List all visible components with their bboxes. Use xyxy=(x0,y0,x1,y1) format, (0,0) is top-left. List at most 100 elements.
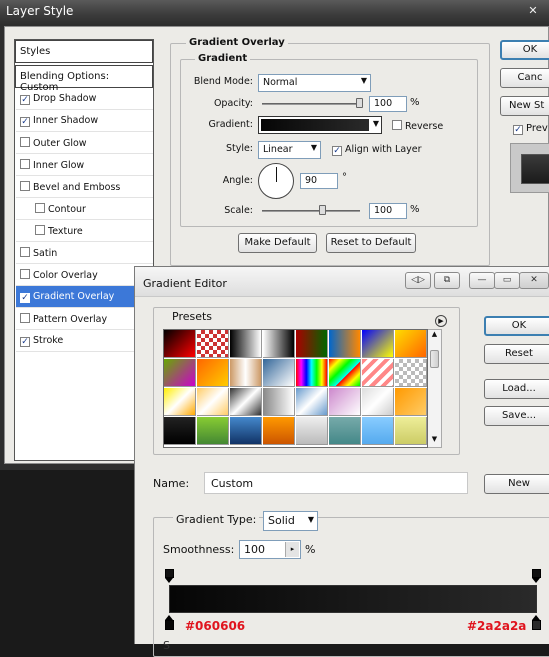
reset-button[interactable]: Reset xyxy=(484,344,549,364)
checkbox-icon[interactable] xyxy=(20,247,30,257)
maximize-icon[interactable]: ▭ xyxy=(494,272,520,289)
save-button[interactable]: Save... xyxy=(484,406,549,426)
preset-swatch[interactable] xyxy=(329,388,361,416)
gradient-picker[interactable]: ▼ xyxy=(258,116,382,134)
opacity-slider-thumb[interactable] xyxy=(356,98,363,108)
name-input[interactable]: Custom xyxy=(204,472,468,494)
new-button[interactable]: New xyxy=(484,474,549,494)
preset-swatch[interactable] xyxy=(296,417,328,445)
checkbox-icon[interactable] xyxy=(35,225,45,235)
layer-style-titlebar[interactable]: Layer Style xyxy=(0,0,549,24)
style-item-bevel-and-emboss[interactable]: Bevel and Emboss xyxy=(16,176,153,198)
angle-input[interactable]: 90 xyxy=(300,173,338,189)
checkbox-icon[interactable] xyxy=(20,313,30,323)
checkbox-icon[interactable] xyxy=(20,181,30,191)
style-item-outer-glow[interactable]: Outer Glow xyxy=(16,132,153,154)
preset-swatch[interactable] xyxy=(230,330,262,358)
preset-swatch[interactable] xyxy=(164,359,196,387)
preset-swatch[interactable] xyxy=(296,359,328,387)
preset-swatch[interactable] xyxy=(263,330,295,358)
checkbox-icon[interactable] xyxy=(20,269,30,279)
preset-swatch[interactable] xyxy=(329,417,361,445)
checkbox-icon[interactable] xyxy=(20,137,30,147)
ok-button[interactable]: OK xyxy=(500,40,549,60)
cancel-button[interactable]: Canc xyxy=(500,68,549,88)
gradient-bar[interactable] xyxy=(169,585,537,613)
preset-swatch[interactable] xyxy=(197,330,229,358)
preset-swatch[interactable] xyxy=(362,417,394,445)
resize-icon[interactable]: ◁▷ xyxy=(405,272,431,289)
preset-swatch[interactable] xyxy=(329,330,361,358)
style-item-drop-shadow[interactable]: ✓ Drop Shadow xyxy=(16,88,153,110)
style-item-inner-shadow[interactable]: ✓ Inner Shadow xyxy=(16,110,153,132)
smoothness-input[interactable]: 100 ▸ xyxy=(239,540,301,559)
preset-swatch[interactable] xyxy=(362,330,394,358)
blend-mode-select[interactable]: Normal ▼ xyxy=(258,74,371,92)
style-item-color-overlay[interactable]: Color Overlay xyxy=(16,264,153,286)
preset-swatch[interactable] xyxy=(230,417,262,445)
style-item-satin[interactable]: Satin xyxy=(16,242,153,264)
checkbox-icon[interactable]: ✓ xyxy=(20,117,30,127)
checkbox-icon[interactable]: ✓ xyxy=(20,337,30,347)
scroll-down-icon[interactable]: ▼ xyxy=(428,435,441,447)
presets-menu-icon[interactable]: ▶ xyxy=(435,315,447,327)
preset-swatch[interactable] xyxy=(296,388,328,416)
style-item-gradient-overlay[interactable]: ✓ Gradient Overlay xyxy=(16,286,153,308)
blending-options-item[interactable]: Blending Options: Custom xyxy=(15,65,153,93)
preview-checkbox[interactable]: ✓ Prev xyxy=(513,123,548,135)
preset-swatch[interactable] xyxy=(263,359,295,387)
style-item-stroke[interactable]: ✓ Stroke xyxy=(16,330,153,352)
preset-swatch[interactable] xyxy=(329,359,361,387)
preset-swatch[interactable] xyxy=(164,417,196,445)
preset-swatch[interactable] xyxy=(230,388,262,416)
minimize-icon[interactable]: — xyxy=(469,272,495,289)
align-with-layer-checkbox[interactable]: ✓ Align with Layer xyxy=(332,144,422,156)
preset-swatch[interactable] xyxy=(164,330,196,358)
ok-button[interactable]: OK xyxy=(484,316,549,336)
close-icon[interactable]: ✕ xyxy=(524,3,542,19)
opacity-input[interactable]: 100 xyxy=(369,96,407,112)
make-default-button[interactable]: Make Default xyxy=(238,233,317,253)
preset-swatch[interactable] xyxy=(395,330,427,358)
presets-scrollbar[interactable]: ▲ ▼ xyxy=(428,329,442,448)
style-item-pattern-overlay[interactable]: Pattern Overlay xyxy=(16,308,153,330)
style-item-contour[interactable]: Contour xyxy=(16,198,153,220)
scale-slider[interactable] xyxy=(262,210,360,212)
scale-input[interactable]: 100 xyxy=(369,203,407,219)
color-stop-right[interactable] xyxy=(532,615,541,631)
opacity-slider[interactable] xyxy=(262,103,362,105)
preset-swatch[interactable] xyxy=(395,359,427,387)
preset-swatch[interactable] xyxy=(197,388,229,416)
restore-icon[interactable]: ⧉ xyxy=(434,272,460,289)
preset-swatch[interactable] xyxy=(362,359,394,387)
reverse-checkbox[interactable]: Reverse xyxy=(392,120,443,132)
checkbox-icon[interactable] xyxy=(20,159,30,169)
angle-dial[interactable] xyxy=(258,163,294,199)
scroll-up-icon[interactable]: ▲ xyxy=(428,330,441,342)
checkbox-icon[interactable] xyxy=(35,203,45,213)
gradient-editor-titlebar[interactable]: Gradient Editor ◁▷ ⧉ — ▭ ✕ xyxy=(135,267,549,297)
checkbox-icon[interactable]: ✓ xyxy=(20,293,30,303)
style-item-texture[interactable]: Texture xyxy=(16,220,153,242)
checkbox-icon[interactable]: ✓ xyxy=(20,95,30,105)
color-stop-left[interactable] xyxy=(165,615,174,631)
scale-slider-thumb[interactable] xyxy=(319,205,326,215)
reset-to-default-button[interactable]: Reset to Default xyxy=(326,233,416,253)
styles-header[interactable]: Styles xyxy=(15,40,153,63)
preset-swatch[interactable] xyxy=(395,417,427,445)
style-item-inner-glow[interactable]: Inner Glow xyxy=(16,154,153,176)
preset-swatch[interactable] xyxy=(263,417,295,445)
opacity-stop-right[interactable] xyxy=(532,569,541,583)
preset-swatch[interactable] xyxy=(197,417,229,445)
load-button[interactable]: Load... xyxy=(484,379,549,399)
preset-swatch[interactable] xyxy=(362,388,394,416)
smoothness-arrow-icon[interactable]: ▸ xyxy=(285,542,299,557)
preset-swatch[interactable] xyxy=(263,388,295,416)
preset-swatch[interactable] xyxy=(197,359,229,387)
scrollbar-thumb[interactable] xyxy=(430,350,439,368)
close-icon[interactable]: ✕ xyxy=(519,272,549,289)
opacity-stop-left[interactable] xyxy=(165,569,174,583)
gradient-type-select[interactable]: Solid ▼ xyxy=(263,511,318,531)
preset-swatch[interactable] xyxy=(164,388,196,416)
preset-swatch[interactable] xyxy=(296,330,328,358)
